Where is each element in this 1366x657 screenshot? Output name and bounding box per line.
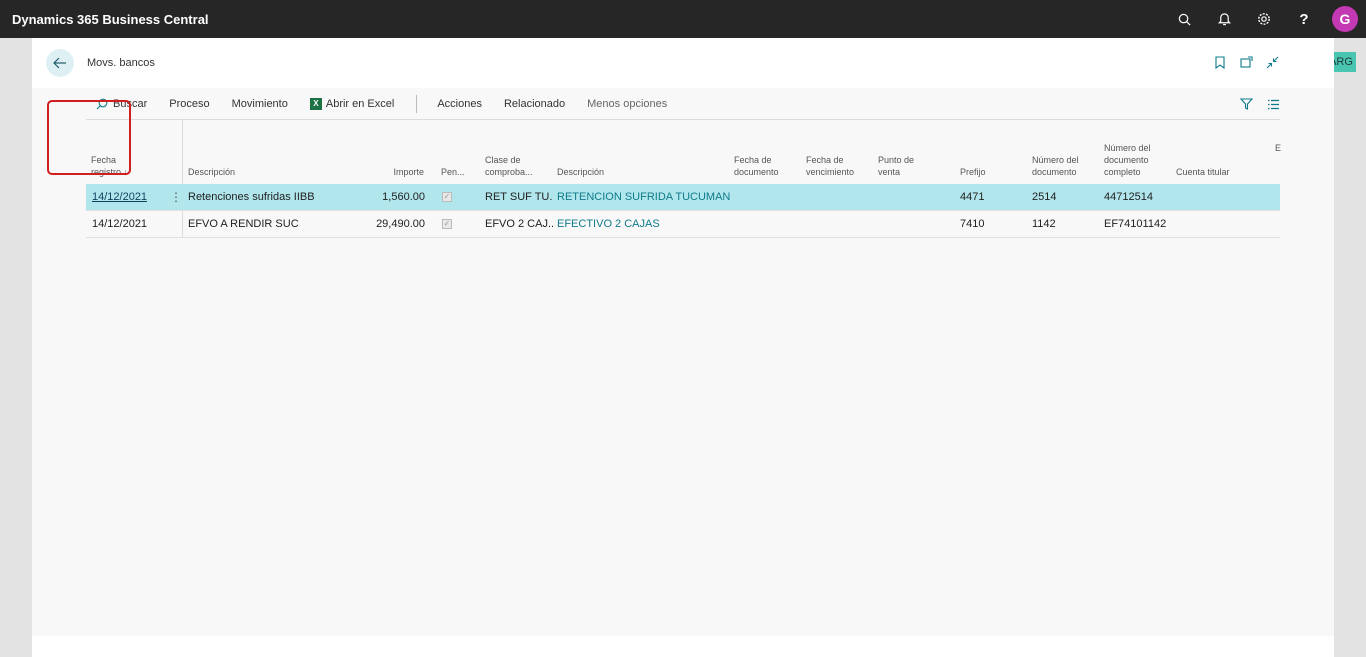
related-menu[interactable]: Relacionado [504, 98, 565, 110]
pending-checkbox: ✓ [442, 219, 452, 229]
cell-descripcion: EFVO A RENDIR SUC [188, 218, 299, 230]
cell-prefijo: 7410 [960, 218, 985, 230]
col-header-prefijo[interactable]: Prefijo [960, 166, 986, 178]
list-view-icon[interactable] [1267, 99, 1280, 110]
cell-numero: 1142 [1032, 218, 1056, 230]
search-icon[interactable] [1164, 0, 1204, 38]
cell-descripcion: Retenciones sufridas IIBB [188, 191, 315, 203]
pending-checkbox: ✓ [442, 192, 452, 202]
col-header-truncated[interactable]: E [1275, 142, 1281, 154]
col-header-completo-line1: Número del [1104, 143, 1151, 153]
table-row[interactable]: 14/12/2021 ⋮ Retenciones sufridas IIBB 1… [86, 184, 1280, 211]
col-header-descripcion[interactable]: Descripción [188, 166, 235, 178]
col-header-numero-line1: Número del [1032, 155, 1079, 165]
action-bar: Buscar Proceso Movimiento X Abrir en Exc… [86, 88, 1280, 120]
cell-descripcion-2[interactable]: EFECTIVO 2 CAJAS [557, 211, 732, 237]
col-header-completo-line3: completo [1104, 167, 1141, 177]
bell-icon[interactable] [1204, 0, 1244, 38]
col-header-fecha-vencimiento[interactable]: Fecha de vencimiento [806, 154, 854, 178]
cell-fecha[interactable]: 14/12/2021 [92, 184, 147, 210]
page-header: Movs. bancos [32, 38, 1334, 88]
app-title[interactable]: Dynamics 365 Business Central [12, 12, 209, 27]
cell-fecha[interactable]: 14/12/2021 [92, 211, 147, 237]
gear-icon[interactable] [1244, 0, 1284, 38]
top-icons: ? G [1164, 0, 1358, 38]
col-header-punto-line1: Punto de [878, 155, 915, 165]
movement-action[interactable]: Movimiento [232, 98, 288, 110]
cell-clase: RET SUF TU... [485, 191, 553, 203]
col-header-punto-venta[interactable]: Punto de venta [878, 154, 914, 178]
cell-numero-completo: 44712514 [1104, 191, 1153, 203]
actions-menu[interactable]: Acciones [437, 98, 482, 110]
highlight-annotation-box [47, 100, 131, 175]
col-header-punto-line2: venta [878, 167, 901, 177]
col-header-clase-line2: comproba... [485, 167, 533, 177]
table-row[interactable]: 14/12/2021 EFVO A RENDIR SUC 29,490.00 ✓… [86, 211, 1280, 238]
cell-importe: 29,490.00 [376, 218, 425, 230]
col-header-fecha-venc-line1: Fecha de [806, 155, 844, 165]
page-panel: Movs. bancos Buscar Proceso Movimiento X… [32, 38, 1334, 657]
open-new-window-icon[interactable] [1238, 54, 1254, 70]
backdrop-right [1334, 38, 1366, 657]
action-bar-right [1240, 88, 1280, 120]
backdrop-left [0, 38, 32, 657]
cell-clase: EFVO 2 CAJ... [485, 218, 553, 230]
help-icon[interactable]: ? [1284, 0, 1324, 38]
col-header-numero-completo[interactable]: Número del documento completo [1104, 142, 1151, 178]
bank-ledger-grid: Fecha registro ↓ Descripción Importe Pen… [86, 120, 1281, 238]
top-bar: Dynamics 365 Business Central ? G [0, 0, 1366, 38]
filter-icon[interactable] [1240, 98, 1253, 110]
col-header-fecha-doc-line1: Fecha de [734, 155, 772, 165]
cell-numero-completo: EF74101142 [1104, 218, 1167, 230]
open-in-excel-action[interactable]: X Abrir en Excel [309, 97, 395, 110]
col-header-pendiente[interactable]: Pen... [441, 166, 465, 178]
bookmark-icon[interactable] [1212, 54, 1228, 70]
cell-descripcion-2[interactable]: RETENCION SUFRIDA TUCUMAN [557, 184, 732, 210]
col-header-fecha-venc-line2: vencimiento [806, 167, 855, 177]
cell-importe: 1,560.00 [382, 191, 425, 203]
col-header-descripcion-2[interactable]: Descripción [557, 166, 604, 178]
grid-header-row: Fecha registro ↓ Descripción Importe Pen… [86, 120, 1281, 184]
action-separator [416, 94, 418, 113]
open-in-excel-label: Abrir en Excel [325, 97, 395, 110]
cell-prefijo: 4471 [960, 191, 985, 203]
fewer-options-action[interactable]: Menos opciones [587, 98, 667, 110]
back-button[interactable] [46, 49, 74, 77]
col-header-numero-line2: documento [1032, 167, 1077, 177]
header-icons [1212, 54, 1280, 70]
process-action[interactable]: Proceso [169, 98, 209, 110]
row-menu-icon[interactable]: ⋮ [170, 184, 182, 210]
col-header-clase-line1: Clase de [485, 155, 521, 165]
col-header-clase-comprobante[interactable]: Clase de comproba... [485, 154, 533, 178]
col-header-cuenta-titular[interactable]: Cuenta titular [1176, 166, 1230, 178]
col-header-numero-documento[interactable]: Número del documento [1032, 154, 1079, 178]
avatar[interactable]: G [1332, 6, 1358, 32]
collapse-icon[interactable] [1264, 54, 1280, 70]
page-title: Movs. bancos [87, 57, 155, 69]
page-content: Buscar Proceso Movimiento X Abrir en Exc… [32, 88, 1334, 636]
col-header-fecha-documento[interactable]: Fecha de documento [734, 154, 779, 178]
excel-icon: X [309, 97, 322, 110]
col-header-importe[interactable]: Importe [376, 166, 424, 178]
arrow-left-icon [53, 57, 66, 69]
cell-numero: 2514 [1032, 191, 1057, 203]
col-header-completo-line2: documento [1104, 155, 1149, 165]
col-header-fecha-doc-line2: documento [734, 167, 779, 177]
